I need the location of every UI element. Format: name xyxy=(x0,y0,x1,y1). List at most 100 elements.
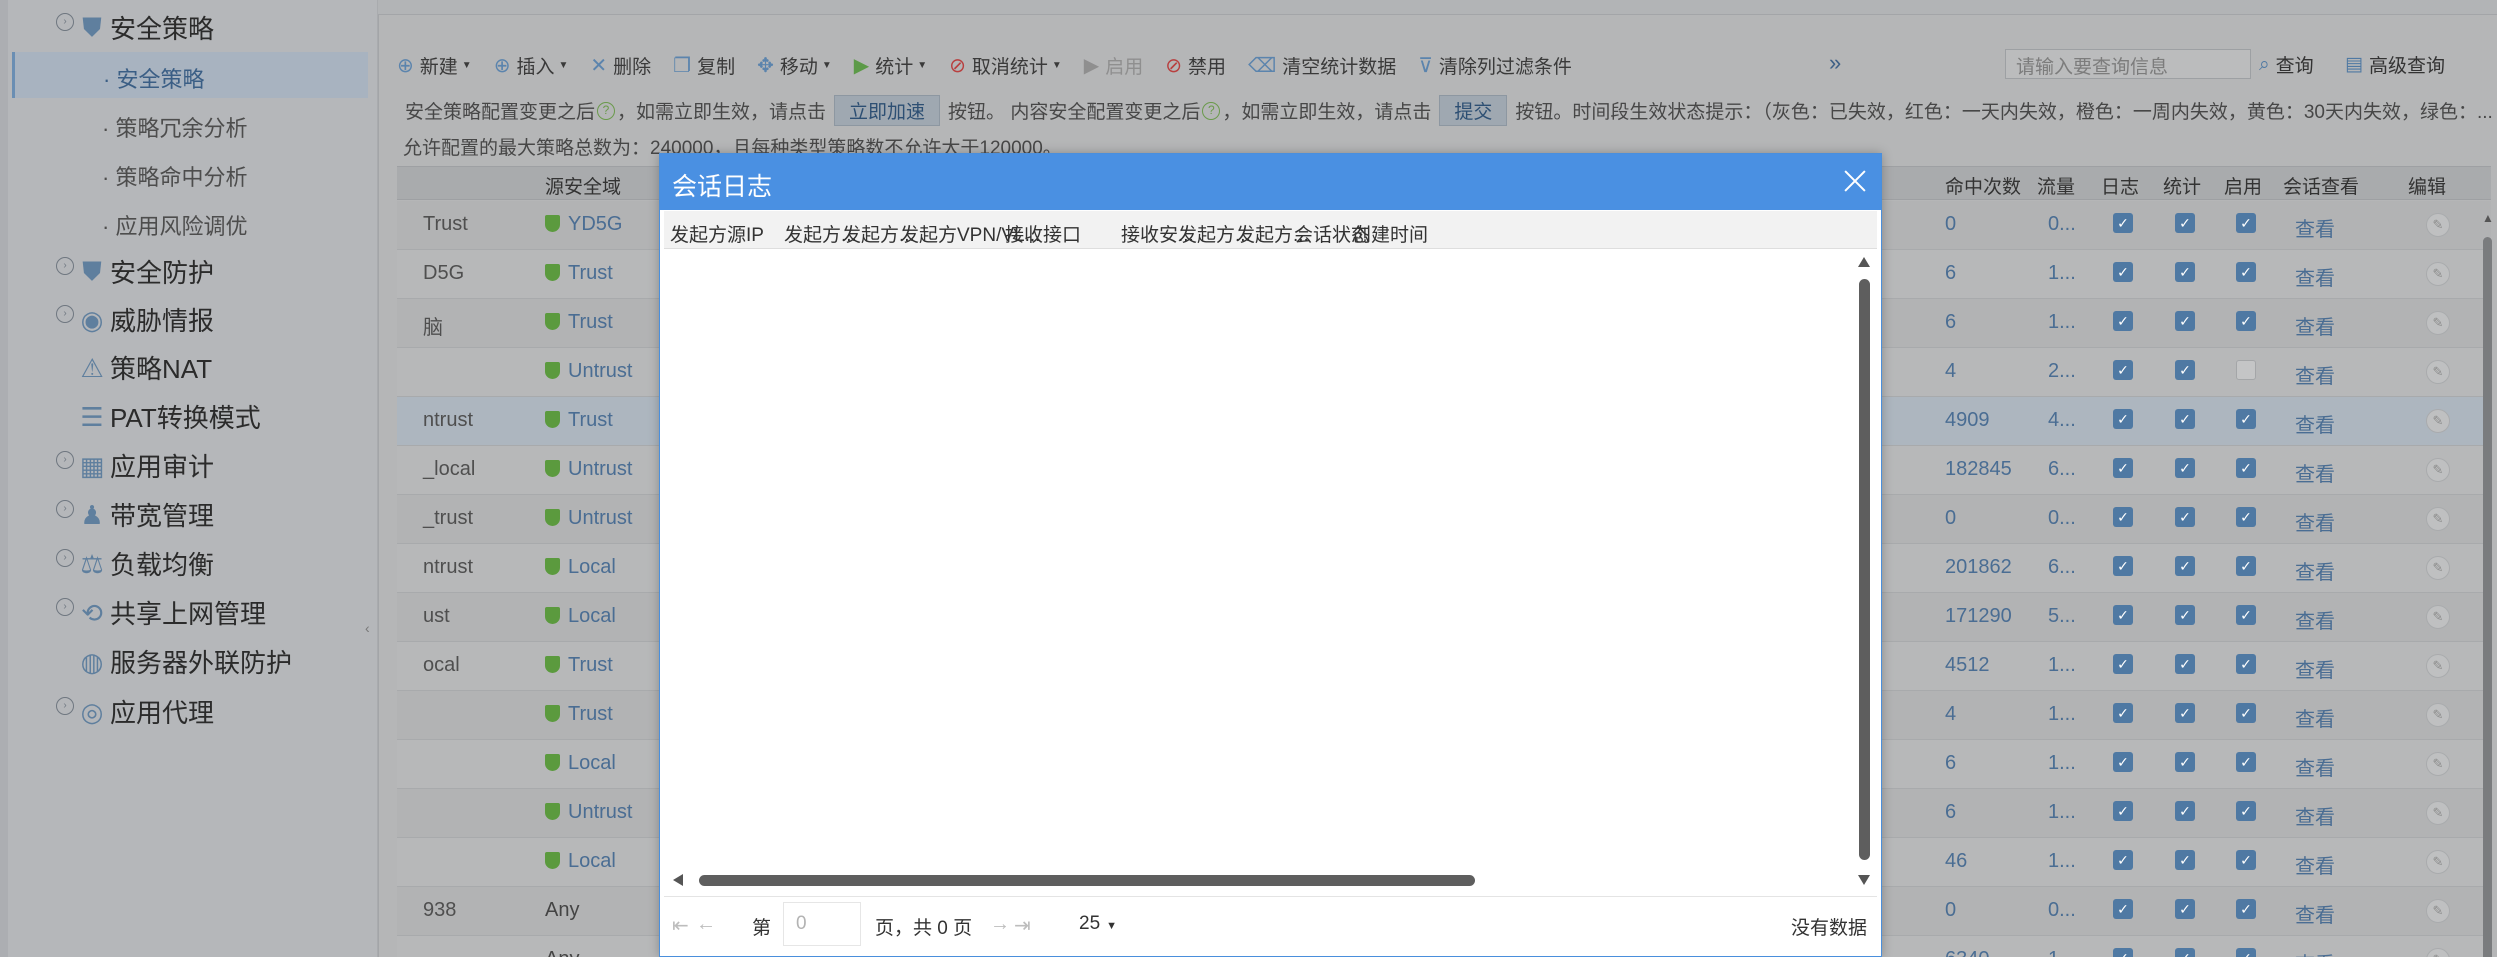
enable-checkbox[interactable]: ✓ xyxy=(2236,801,2256,821)
session-view-link[interactable]: 查看 xyxy=(2295,605,2335,634)
dialog-vscroll-thumb[interactable] xyxy=(1859,279,1870,860)
session-view-link[interactable]: 查看 xyxy=(2295,899,2335,928)
log-checkbox[interactable]: ✓ xyxy=(2113,850,2133,870)
cell-flow[interactable]: 2... xyxy=(2048,360,2076,383)
sidebar-collapse-handle[interactable]: ‹ xyxy=(365,620,375,644)
sidebar-item-4[interactable]: ☰ PAT转换模式 xyxy=(0,393,378,439)
log-checkbox[interactable]: ✓ xyxy=(2113,899,2133,919)
log-checkbox[interactable]: ✓ xyxy=(2113,801,2133,821)
clear-filter-button[interactable]: ⊽ 清除列过滤条件 xyxy=(1418,52,1572,79)
cell-flow[interactable]: 6... xyxy=(2048,458,2076,481)
expand-icon[interactable]: › xyxy=(56,549,74,567)
edit-icon[interactable]: ✎ xyxy=(2426,605,2450,629)
cell-flow[interactable]: 1... xyxy=(2048,752,2076,775)
sidebar-subitem-2[interactable]: · 策略命中分析 xyxy=(0,150,378,196)
cell-flow[interactable]: 0... xyxy=(2048,213,2076,236)
cell-hits[interactable]: 4512 xyxy=(1945,654,1990,677)
enable-checkbox[interactable]: ✓ xyxy=(2236,654,2256,674)
cell-flow[interactable]: 1... xyxy=(2048,948,2076,957)
submit-button[interactable]: 提交 xyxy=(1439,95,1508,126)
expand-icon[interactable]: › xyxy=(56,257,74,275)
sidebar-item-8[interactable]: › ⟲ 共享上网管理 xyxy=(0,589,378,635)
stats-checkbox[interactable]: ✓ xyxy=(2175,801,2195,821)
cell-hits[interactable]: 46 xyxy=(1945,850,1967,873)
session-view-link[interactable]: 查看 xyxy=(2295,458,2335,487)
cell-flow[interactable]: 4... xyxy=(2048,409,2076,432)
sidebar-item-9[interactable]: ◍ 服务器外联防护 xyxy=(0,638,378,684)
stats-checkbox[interactable]: ✓ xyxy=(2175,703,2195,723)
enable-checkbox[interactable]: ✓ xyxy=(2236,311,2256,331)
cell-hits[interactable]: 6 xyxy=(1945,801,1956,824)
cell-flow[interactable]: 6... xyxy=(2048,556,2076,579)
enable-checkbox[interactable]: ✓ xyxy=(2236,752,2256,772)
sidebar-item-0[interactable]: › ⛊ 安全策略 xyxy=(0,4,378,50)
cell-flow[interactable]: 1... xyxy=(2048,703,2076,726)
session-view-link[interactable]: 查看 xyxy=(2295,703,2335,732)
enable-checkbox[interactable]: ✓ xyxy=(2236,948,2256,957)
cell-src-zone[interactable]: Trust xyxy=(545,409,613,432)
log-checkbox[interactable]: ✓ xyxy=(2113,948,2133,957)
col-enable[interactable]: 启用 xyxy=(2224,172,2262,199)
accelerate-button[interactable]: 立即加速 xyxy=(834,95,941,126)
cell-flow[interactable]: 1... xyxy=(2048,850,2076,873)
cell-flow[interactable]: 0... xyxy=(2048,899,2076,922)
stats-checkbox[interactable]: ✓ xyxy=(2175,360,2195,380)
session-view-link[interactable]: 查看 xyxy=(2295,262,2335,291)
stats-checkbox[interactable]: ✓ xyxy=(2175,654,2195,674)
enable-checkbox[interactable]: ✓ xyxy=(2236,703,2256,723)
log-checkbox[interactable]: ✓ xyxy=(2113,556,2133,576)
sidebar-item-7[interactable]: › ⚖ 负载均衡 xyxy=(0,540,378,586)
log-checkbox[interactable]: ✓ xyxy=(2113,409,2133,429)
copy-button[interactable]: ❐ 复制 xyxy=(673,52,735,79)
cell-flow[interactable]: 1... xyxy=(2048,801,2076,824)
cell-src-zone[interactable]: Trust xyxy=(545,703,613,726)
stats-checkbox[interactable]: ✓ xyxy=(2175,507,2195,527)
sidebar-item-3[interactable]: ⚠ 策略NAT xyxy=(0,344,378,390)
cell-hits[interactable]: 0 xyxy=(1945,899,1956,922)
cell-src-zone[interactable]: Untrust xyxy=(545,801,632,824)
col-initiator-src-ip[interactable]: 发起方源IP xyxy=(670,220,764,247)
stats-checkbox[interactable]: ✓ xyxy=(2175,311,2195,331)
cell-src-zone[interactable]: YD5G xyxy=(545,213,622,236)
col-recv-interface[interactable]: 接收接口 xyxy=(1005,220,1081,247)
session-view-link[interactable]: 查看 xyxy=(2295,213,2335,242)
stats-checkbox[interactable]: ✓ xyxy=(2175,948,2195,957)
session-view-link[interactable]: 查看 xyxy=(2295,409,2335,438)
sidebar-item-5[interactable]: › ▦ 应用审计 xyxy=(0,442,378,488)
session-view-link[interactable]: 查看 xyxy=(2295,801,2335,830)
table-scrollbar[interactable]: ▲ xyxy=(2481,211,2494,957)
col-flow[interactable]: 流量 xyxy=(2037,172,2075,199)
dialog-horizontal-scrollbar[interactable] xyxy=(673,872,1853,888)
help-icon[interactable]: ? xyxy=(597,101,616,120)
enable-checkbox[interactable]: ✓ xyxy=(2236,213,2256,233)
sidebar-item-1[interactable]: › ⛊ 安全防护 xyxy=(0,248,378,294)
edit-icon[interactable]: ✎ xyxy=(2426,507,2450,531)
close-icon[interactable] xyxy=(1841,167,1869,195)
log-checkbox[interactable]: ✓ xyxy=(2113,262,2133,282)
col-stats[interactable]: 统计 xyxy=(2163,172,2201,199)
expand-icon[interactable]: › xyxy=(56,13,74,31)
cell-src-zone[interactable]: Trust xyxy=(545,654,613,677)
log-checkbox[interactable]: ✓ xyxy=(2113,360,2133,380)
expand-icon[interactable]: › xyxy=(56,500,74,518)
log-checkbox[interactable]: ✓ xyxy=(2113,458,2133,478)
edit-icon[interactable]: ✎ xyxy=(2426,213,2450,237)
session-view-link[interactable]: 查看 xyxy=(2295,752,2335,781)
prev-page-icon[interactable]: ← xyxy=(696,913,716,936)
edit-icon[interactable]: ✎ xyxy=(2426,360,2450,384)
first-page-icon[interactable]: ⇤ xyxy=(672,913,689,938)
cell-hits[interactable]: 6 xyxy=(1945,262,1956,285)
sidebar-item-6[interactable]: › ♟ 带宽管理 xyxy=(0,491,378,537)
cell-hits[interactable]: 4 xyxy=(1945,703,1956,726)
cell-flow[interactable]: 5... xyxy=(2048,605,2076,628)
cell-hits[interactable]: 201862 xyxy=(1945,556,2012,579)
log-checkbox[interactable]: ✓ xyxy=(2113,507,2133,527)
log-checkbox[interactable]: ✓ xyxy=(2113,213,2133,233)
disable-button[interactable]: ⊘ 禁用 xyxy=(1165,52,1226,79)
cell-flow[interactable]: 1... xyxy=(2048,654,2076,677)
cancel-stats-button[interactable]: ⊘ 取消统计 ▼ xyxy=(949,52,1062,79)
last-page-icon[interactable]: ⇥ xyxy=(1014,913,1031,938)
log-checkbox[interactable]: ✓ xyxy=(2113,311,2133,331)
new-button[interactable]: ⊕ 新建 ▼ xyxy=(397,52,472,79)
cell-hits[interactable]: 4 xyxy=(1945,360,1956,383)
